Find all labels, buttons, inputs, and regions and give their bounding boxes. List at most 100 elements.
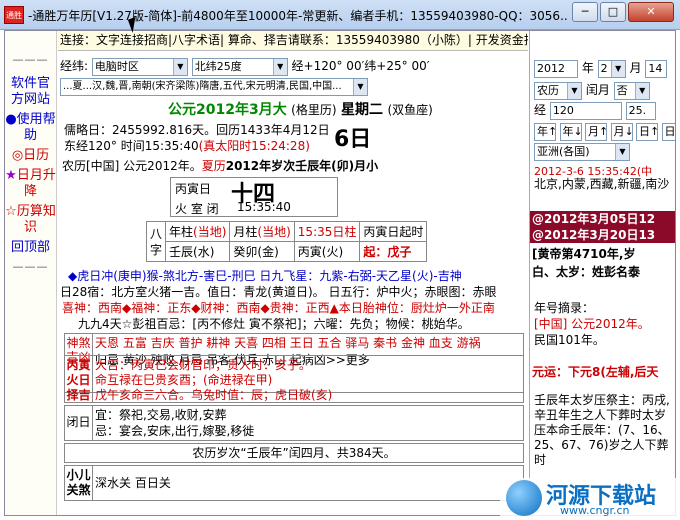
leap-select[interactable]: 否 ▼ — [613, 81, 650, 100]
watermark-url: www.cngr.cn — [560, 504, 630, 517]
leap-value: 否 — [616, 83, 628, 97]
month-up-button[interactable]: 月↑ — [585, 123, 608, 141]
ganzhi-note: 壬辰年太岁压祭主：丙戌,辛丑年生之人下葬时太岁压本命壬辰年：(7、16、25、6… — [534, 393, 670, 467]
chevron-down-icon: ▼ — [353, 79, 367, 95]
center-panel: 连接：文字连接招商|八字术语| 算命、择吉请联系：13559403980（小陈）… — [58, 31, 528, 515]
jieqi-1: @2012年3月05日12 — [530, 211, 675, 227]
day-down-button[interactable]: 日↓ — [661, 123, 675, 141]
sidebar-separator: ——— — [12, 260, 49, 273]
sidebar-item-website[interactable]: 软件官方网站 — [5, 76, 56, 108]
chevron-down-icon: ▼ — [567, 82, 581, 99]
chevron-down-icon: ▼ — [610, 60, 625, 77]
region-value: 亚洲(各国) — [537, 145, 590, 158]
month-pillar-value: 癸卯(金) — [229, 241, 295, 262]
yi-text: 宜：祭祀,交易,收财,安葬 — [95, 408, 227, 422]
right-panel: 2012 年 2 ▼ 月 14 农历 ▼ 闰月 否 ▼ 经 120 25. 年↑ 年↓… — [529, 31, 675, 515]
coords-text: 经+120° 00′纬+25° 00′ — [291, 59, 430, 73]
bazi-label: 八字 — [145, 221, 167, 262]
child-section: 小儿关煞 深水关 百日关 — [64, 465, 524, 501]
select-section: 丙寅火日择吉 大吉：丙寅已会财官印；贵人时：亥子。 命互禄在巳贵亥酉；(命进禄在… — [64, 355, 524, 403]
sidebar-item-label: 日月升降 — [16, 168, 56, 199]
nav-buttons: 年↑ 年↓ 月↑ 月↓ 日↑ 日↓ — [534, 123, 675, 141]
lunar-prefix: 农历[中国] 公元2012年。 — [62, 159, 202, 173]
calendar-type-row: 农历 ▼ 闰月 否 ▼ — [534, 81, 650, 100]
day-number: 6日 — [334, 127, 372, 152]
month-down-button[interactable]: 月↓ — [610, 123, 634, 141]
sidebar-item-help[interactable]: ●使用帮助 — [5, 112, 56, 144]
title-bar: 通胜 -通胜万年历[V1.27版-简体]-前4800年至10000年-常更新、编… — [0, 0, 680, 30]
sidebar-item-top[interactable]: 回顶部 — [5, 240, 56, 256]
calendar-value: 农历 — [537, 83, 559, 97]
region-select-row: 亚洲(各国) ▼ — [534, 143, 630, 161]
month-input[interactable]: 2 ▼ — [597, 59, 626, 78]
region-select[interactable]: 亚洲(各国) ▼ — [534, 143, 630, 161]
star-outline-icon: ☆ — [5, 204, 17, 219]
solar-time: (真太阳时15:24:28) — [198, 139, 310, 153]
info-line-4: 九九4天☆彭祖百忌：[丙不修灶 寅不祭祀]；六曜：先负；物候：桃始华。 — [78, 317, 470, 331]
chevron-down-icon: ▼ — [172, 58, 187, 75]
cell-text: 年柱 — [169, 225, 194, 239]
left-sidebar: ——— 软件官方网站 ●使用帮助 ◎日历 ★日月升降 ☆历算知识 回顶部 ——— — [5, 31, 57, 515]
hour-pillar-header: 丙寅日起时 — [359, 221, 428, 242]
sidebar-item-knowledge[interactable]: ☆历算知识 — [5, 204, 56, 236]
local-time: 东经120° 时间15:35:40 — [64, 139, 199, 153]
sidebar-item-label: 软件官方网站 — [10, 76, 50, 107]
select-label: 丙寅火日择吉 — [65, 356, 93, 402]
month-unit: 月 — [629, 61, 642, 75]
hour-pillar-value: 起：戊子 — [359, 241, 428, 262]
sidebar-item-label: 回顶部 — [10, 240, 50, 255]
child-text: 深水关 百日关 — [95, 476, 171, 490]
city-list: 北京,内蒙,西藏,新疆,南沙 — [534, 177, 670, 191]
window-title: -通胜万年历[V1.27版-简体]-前4800年至10000年-常更新、编者手机… — [28, 9, 568, 23]
sidebar-item-sunmoon[interactable]: ★日月升降 — [5, 168, 56, 200]
latitude-input[interactable]: 25. — [625, 101, 656, 120]
sidebar-item-label: 使用帮助 — [16, 112, 56, 143]
leap-label: 闰月 — [585, 83, 610, 97]
day-element: 火 室 闭 — [175, 202, 219, 216]
location-row: 经纬: 电脑时区 ▼ 北纬25度 ▼ 经+120° 00′纬+25° 00′ — [60, 57, 429, 76]
leap-section: 农历岁次“壬辰年”闰四月、共384天。 — [64, 443, 524, 463]
longitude-input[interactable]: 120 — [549, 101, 622, 120]
circle-icon: ◎ — [11, 148, 24, 163]
zodiac-sign: (双鱼座) — [387, 103, 433, 117]
year-input[interactable]: 2012 — [534, 59, 578, 78]
select-row-3: 戊午亥命三六合。乌兔时值：辰；虎日破(亥) — [95, 388, 333, 402]
coord-inputs: 经 120 25. — [534, 101, 656, 120]
time-line: 东经120° 时间15:35:40(真太阳时15:24:28) — [64, 137, 310, 154]
dynasty-select[interactable]: ...夏...汉,魏,晋,南朝(宋齐梁陈)隋唐,五代,宋元明清,民国,中国...… — [60, 78, 368, 96]
ji-text: 忌：宴会,安床,出行,嫁娶,移徙 — [95, 424, 255, 438]
timezone-select[interactable]: 电脑时区 ▼ — [91, 57, 188, 76]
lunar-day-box: 丙寅日 十四 火 室 闭 15:35:40 — [170, 177, 338, 217]
weekday: 星期二 — [341, 102, 383, 118]
year-up-button[interactable]: 年↑ — [534, 123, 557, 141]
year-pillar-value: 壬辰(水) — [165, 241, 231, 262]
lunar-xiali: 夏历 — [201, 159, 226, 173]
timezone-value: 电脑时区 — [94, 59, 139, 73]
date-inputs: 2012 年 2 ▼ 月 14 — [534, 59, 668, 78]
day-up-button[interactable]: 日↑ — [636, 123, 659, 141]
close-button[interactable]: ✕ — [628, 2, 674, 22]
yuanyun: 元运：下元8(左辅,后天 — [532, 365, 659, 379]
minimize-button[interactable]: ─ — [572, 2, 598, 22]
maximize-button[interactable]: □ — [600, 2, 626, 22]
sidebar-item-label: 历算知识 — [16, 204, 56, 235]
calendar-type: (格里历) — [291, 103, 337, 117]
link-bar[interactable]: 连接：文字连接招商|八字术语| 算命、择吉请联系：13559403980（小陈）… — [58, 31, 528, 51]
calendar-select[interactable]: 农历 ▼ — [534, 81, 582, 100]
julian-line: 儒略日：2455992.816天。回历1433年4月12日 — [64, 123, 330, 137]
bazi-char: 八 — [150, 226, 163, 241]
year-unit: 年 — [581, 61, 594, 75]
latitude-select[interactable]: 北纬25度 ▼ — [191, 57, 288, 76]
huangdi-year: [黄帝第4710年,岁 — [532, 247, 636, 261]
app-icon: 通胜 — [4, 6, 24, 24]
nianhao-2: 民国101年。 — [534, 333, 605, 347]
sidebar-item-calendar[interactable]: ◎日历 — [5, 148, 56, 164]
cell-text: 月柱 — [233, 225, 258, 239]
year-down-button[interactable]: 年↓ — [559, 123, 583, 141]
day-input[interactable]: 14 — [645, 59, 668, 78]
taisui-name: 白、太岁：姓彭名泰 — [532, 265, 641, 279]
bazi-char: 字 — [150, 242, 163, 257]
latitude-value: 北纬25度 — [194, 59, 242, 73]
month-pillar-header: 月柱(当地) — [229, 221, 295, 242]
gregorian-date: 公元2012年3月大 — [168, 102, 287, 118]
